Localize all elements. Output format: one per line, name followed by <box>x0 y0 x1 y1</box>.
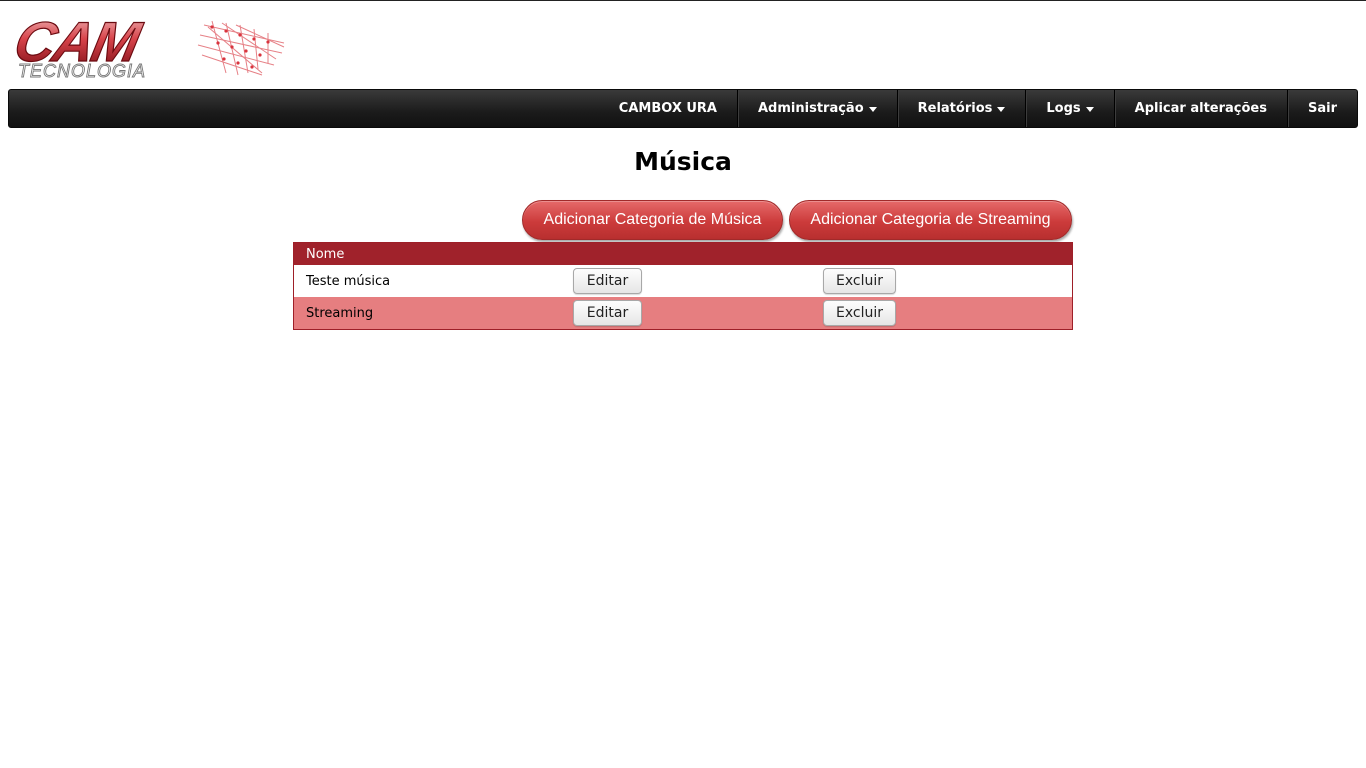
table-row: Streaming Editar Excluir <box>294 297 1072 329</box>
caret-down-icon <box>1085 107 1094 112</box>
main-navbar: CAMBOX URA Administração Relatórios Logs… <box>8 89 1358 128</box>
logo-sub-text: TECNOLOGIA <box>18 61 146 81</box>
add-music-category-button[interactable]: Adicionar Categoria de Música <box>522 200 783 240</box>
edit-button[interactable]: Editar <box>573 268 642 294</box>
nav-item-cambox-ura[interactable]: CAMBOX URA <box>599 90 737 127</box>
nav-label: CAMBOX URA <box>618 101 717 116</box>
logo-graphic: CAM TECNOLOGIA <box>9 10 285 81</box>
table-row: Teste música Editar Excluir <box>294 265 1072 297</box>
nav-label: Administração <box>758 101 864 116</box>
categories-table: Nome Teste música Editar Excluir Streami… <box>293 242 1073 330</box>
nav-item-administracao[interactable]: Administração <box>737 90 897 127</box>
table-header: Nome <box>294 243 1072 265</box>
nav-label: Sair <box>1307 101 1337 116</box>
nav-item-aplicar-alteracoes[interactable]: Aplicar alterações <box>1113 90 1287 127</box>
column-header-nome: Nome <box>306 246 345 262</box>
category-name: Streaming <box>306 305 374 321</box>
add-streaming-category-button[interactable]: Adicionar Categoria de Streaming <box>789 200 1072 240</box>
delete-button[interactable]: Excluir <box>823 300 896 326</box>
category-name: Teste música <box>306 273 391 289</box>
caret-down-icon <box>868 107 877 112</box>
nav-item-sair[interactable]: Sair <box>1286 90 1357 127</box>
edit-button[interactable]: Editar <box>573 300 642 326</box>
nav-item-logs[interactable]: Logs <box>1025 90 1113 127</box>
page-title: Música <box>634 147 732 176</box>
nav-label: Logs <box>1046 101 1081 116</box>
caret-down-icon <box>997 107 1006 112</box>
nav-item-relatorios[interactable]: Relatórios <box>896 90 1026 127</box>
nav-label: Aplicar alterações <box>1134 101 1267 116</box>
cam-tecnologia-logo: CAM TECNOLOGIA <box>9 10 287 81</box>
nav-label: Relatórios <box>917 101 993 116</box>
delete-button[interactable]: Excluir <box>823 268 896 294</box>
